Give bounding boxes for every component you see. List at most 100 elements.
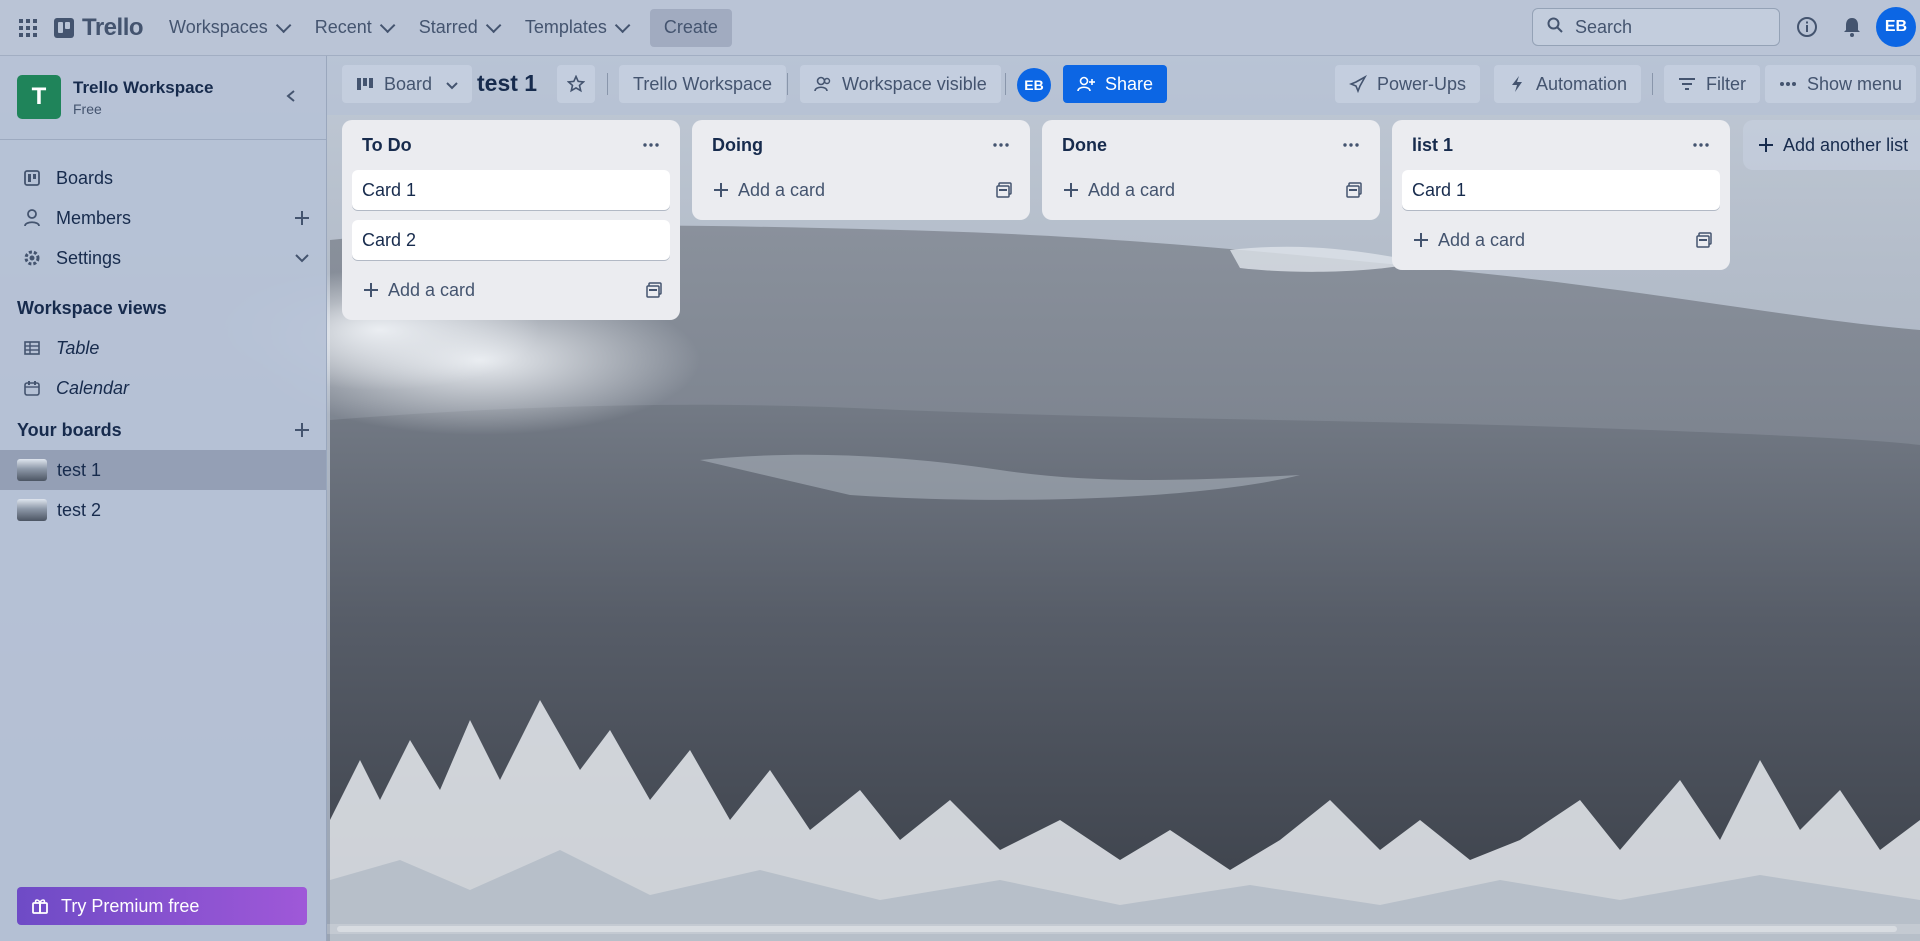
chevron-down-icon[interactable] [292,248,312,268]
search-icon [1547,17,1563,38]
add-card-button[interactable]: Add a card [702,170,1020,210]
nav-label: Workspaces [169,17,268,37]
chevron-down-icon [275,17,292,34]
automation-button[interactable]: Automation [1494,65,1642,103]
board-title[interactable]: test 1 [477,70,537,97]
share-button[interactable]: Share [1063,65,1168,103]
card-template-icon[interactable] [1694,230,1714,250]
sidebar-item-label: Table [56,337,100,358]
workspace-logo[interactable]: T [17,75,61,119]
nav-workspaces[interactable]: Workspaces [157,10,299,46]
add-another-list-button[interactable]: Add another list [1743,120,1920,170]
add-card-label: Add a card [1088,179,1176,200]
add-person-icon [1077,75,1095,93]
card-template-icon[interactable] [1344,180,1364,200]
calendar-icon [22,378,42,398]
nav-label: Recent [314,17,372,37]
sidebar-item-table[interactable]: Table [0,328,326,368]
list-header: list 1 [1402,120,1720,170]
automation-label: Automation [1536,73,1628,94]
nav-recent[interactable]: Recent [303,10,403,46]
plus-icon [1414,233,1428,247]
header-divider [787,73,788,95]
logo-text: Trello [82,13,144,41]
info-icon[interactable] [1794,14,1820,40]
list-actions-icon[interactable] [988,132,1014,158]
list-doing: Doing Add a card [692,120,1030,220]
board-view-switcher[interactable]: Board [342,65,473,103]
list-list-1: list 1 Card 1 Add a card [1392,120,1730,270]
filter-button[interactable]: Filter [1664,65,1760,103]
sidebar-board-test-2[interactable]: test 2 [0,490,326,530]
header-divider [607,73,608,95]
nav-label: Starred [418,17,478,37]
card-template-icon[interactable] [644,280,664,300]
list-actions-icon[interactable] [638,132,664,158]
sidebar-item-calendar[interactable]: Calendar [0,368,326,408]
scrollbar-thumb[interactable] [337,926,1897,932]
board-label: test 2 [57,499,102,520]
board-view-icon [356,75,374,93]
workspace-sidebar: T Trello Workspace Free Boards Members S… [0,55,327,941]
nav-starred[interactable]: Starred [407,10,509,46]
collapse-sidebar-button[interactable] [280,85,302,107]
card[interactable]: Card 2 [352,220,670,260]
app-switcher-icon[interactable] [14,14,42,42]
add-card-label: Add a card [388,279,476,300]
list-title[interactable]: Doing [712,135,763,156]
add-card-label: Add a card [738,179,826,200]
workspace-views-heading: Workspace views [17,297,167,318]
create-button[interactable]: Create [649,8,732,47]
top-nav: Trello Workspaces Recent Starred Templat… [0,0,1920,56]
star-board-button[interactable] [557,65,595,103]
board-header: Board test 1 Trello Workspace Workspace … [327,55,1920,115]
workspace-name[interactable]: Trello Workspace [73,78,213,98]
user-avatar[interactable]: EB [1876,7,1916,47]
add-card-button[interactable]: Add a card [1402,220,1720,260]
header-divider [1005,73,1006,95]
show-menu-button[interactable]: Show menu [1765,65,1917,103]
sidebar-item-label: Calendar [56,377,130,398]
add-card-button[interactable]: Add a card [352,270,670,310]
filter-label: Filter [1706,73,1746,94]
add-board-icon[interactable] [292,420,312,440]
board-member-avatar[interactable]: EB [1017,68,1051,102]
chevron-left-icon [286,90,295,102]
workspace-button[interactable]: Trello Workspace [619,65,787,103]
board-horizontal-scrollbar[interactable] [327,924,1920,934]
power-ups-button[interactable]: Power-Ups [1335,65,1481,103]
list-actions-icon[interactable] [1688,132,1714,158]
premium-label: Try Premium free [61,895,200,916]
plus-icon [714,183,728,197]
add-card-label: Add a card [1438,229,1526,250]
board-label: test 1 [57,459,102,480]
trello-logo[interactable]: Trello [54,13,144,42]
sidebar-board-test-1[interactable]: test 1 [0,450,326,490]
try-premium-button[interactable]: Try Premium free [17,887,307,925]
add-member-icon[interactable] [292,208,312,228]
list-actions-icon[interactable] [1338,132,1364,158]
sidebar-item-boards[interactable]: Boards [0,158,326,198]
more-dots-icon [1779,75,1797,93]
gear-icon [22,248,42,268]
visibility-button[interactable]: Workspace visible [800,65,1001,103]
list-title[interactable]: list 1 [1412,135,1453,156]
add-card-button[interactable]: Add a card [1052,170,1370,210]
card[interactable]: Card 1 [352,170,670,210]
chevron-down-icon [485,17,502,34]
card[interactable]: Card 1 [1402,170,1720,210]
list-title[interactable]: To Do [362,135,412,156]
list-title[interactable]: Done [1062,135,1107,156]
plus-icon [1759,138,1773,152]
sidebar-item-settings[interactable]: Settings [0,238,326,278]
power-ups-label: Power-Ups [1377,73,1467,94]
chevron-down-icon [446,74,458,95]
card-template-icon[interactable] [994,180,1014,200]
nav-templates[interactable]: Templates [513,10,638,46]
notifications-bell-icon[interactable] [1839,14,1865,40]
search-input[interactable] [1573,15,1767,39]
search-box[interactable] [1532,8,1780,46]
sidebar-item-label: Settings [56,247,122,268]
premium-gift-icon [31,897,49,915]
sidebar-item-members[interactable]: Members [0,198,326,238]
